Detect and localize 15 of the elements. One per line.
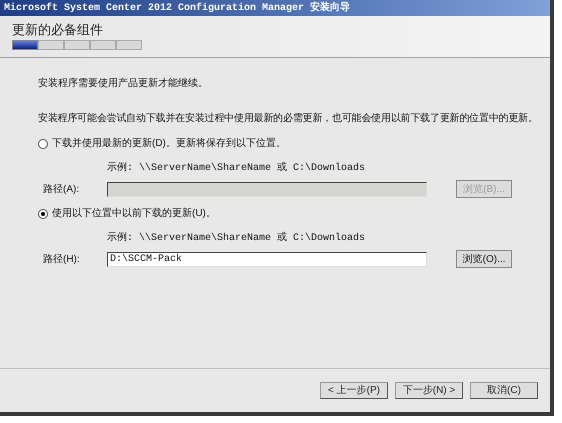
- example-text: 示例: \\ServerName\ShareName 或 C:\Downloads: [107, 231, 366, 246]
- page-title: 更新的必备组件: [12, 23, 104, 36]
- browse-button[interactable]: 浏览(O)...: [456, 250, 512, 268]
- description-text: 安装程序可能会尝试自动下载并在安装过程中使用最新的必需更新，也可能会使用以前下载了更新的位置中的更新。: [38, 112, 539, 126]
- path-label: 路径(A):: [42, 182, 80, 196]
- example-text: 示例: \\ServerName\ShareName 或 C:\Downloads: [107, 161, 366, 176]
- wizard-button[interactable]: 取消(C): [470, 382, 538, 399]
- path-label: 路径(H):: [42, 252, 81, 266]
- wizard-button[interactable]: < 上一步(P): [320, 382, 388, 399]
- radio-button[interactable]: [38, 208, 48, 218]
- window-title: Microsoft System Center 2012 Configuration Manager 安装向导: [4, 0, 350, 16]
- path-field[interactable]: D:\SCCM-Pack: [107, 252, 427, 266]
- intro-text: 安装程序需要使用产品更新才能继续。: [38, 76, 209, 91]
- wizard-button[interactable]: 下一步(N) >: [395, 382, 463, 399]
- option-label[interactable]: 使用以下位置中以前下载的更新(U)。: [52, 206, 216, 221]
